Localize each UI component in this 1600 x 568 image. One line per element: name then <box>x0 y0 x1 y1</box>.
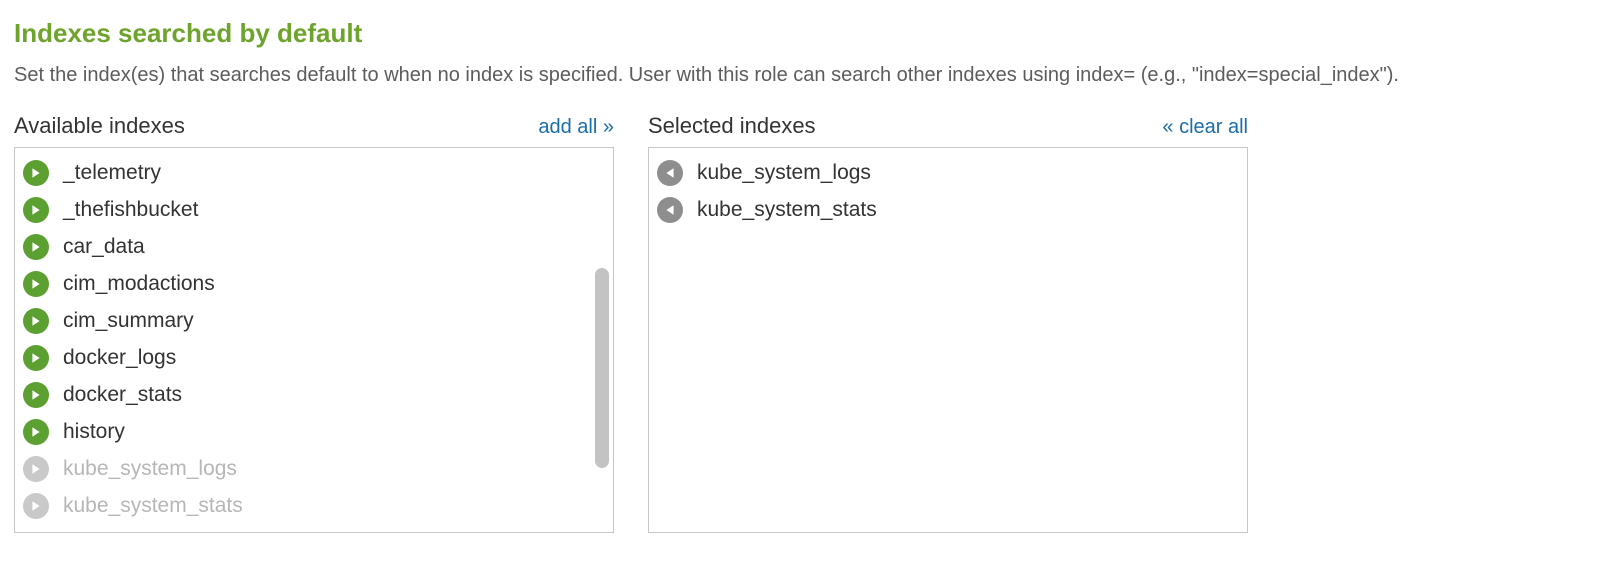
selected-column-header: Selected indexes « clear all <box>648 113 1248 139</box>
scrollbar-thumb[interactable] <box>595 268 609 468</box>
available-item-label: _thefishbucket <box>63 198 198 222</box>
dual-list-selector: Available indexes add all » _telemetry_t… <box>14 113 1586 533</box>
add-all-link[interactable]: add all » <box>538 116 614 139</box>
available-item[interactable]: car_data <box>23 228 613 265</box>
available-item-label: kube_system_logs <box>63 457 237 481</box>
available-column-header: Available indexes add all » <box>14 113 614 139</box>
available-item: kube_system_stats <box>23 487 613 524</box>
add-icon <box>23 197 49 223</box>
selected-column: Selected indexes « clear all kube_system… <box>648 113 1248 533</box>
add-icon <box>23 271 49 297</box>
available-item[interactable]: cim_summary <box>23 302 613 339</box>
available-item-label: _telemetry <box>63 161 161 185</box>
selected-item-label: kube_system_stats <box>697 198 877 222</box>
remove-icon <box>657 160 683 186</box>
available-item[interactable]: _telemetry <box>23 154 613 191</box>
section-description: Set the index(es) that searches default … <box>14 61 1586 89</box>
available-item-label: history <box>63 420 125 444</box>
add-icon-disabled <box>23 493 49 519</box>
add-icon-disabled <box>23 456 49 482</box>
available-item-label: cim_modactions <box>63 272 215 296</box>
selected-item[interactable]: kube_system_logs <box>657 154 1247 191</box>
add-icon <box>23 382 49 408</box>
available-item[interactable]: docker_logs <box>23 339 613 376</box>
add-icon <box>23 160 49 186</box>
available-item: kube_system_logs <box>23 450 613 487</box>
clear-all-link[interactable]: « clear all <box>1162 116 1248 139</box>
available-item[interactable]: history <box>23 413 613 450</box>
available-item[interactable]: cim_modactions <box>23 265 613 302</box>
selected-item-label: kube_system_logs <box>697 161 871 185</box>
available-column: Available indexes add all » _telemetry_t… <box>14 113 614 533</box>
add-icon <box>23 308 49 334</box>
available-item-label: car_data <box>63 235 145 259</box>
selected-title: Selected indexes <box>648 113 816 139</box>
available-item[interactable]: _thefishbucket <box>23 191 613 228</box>
available-item[interactable]: docker_stats <box>23 376 613 413</box>
selected-listbox[interactable]: kube_system_logs kube_system_stats <box>648 147 1248 533</box>
add-icon <box>23 345 49 371</box>
available-item-label: kube_system_stats <box>63 494 243 518</box>
remove-icon <box>657 197 683 223</box>
add-icon <box>23 234 49 260</box>
available-item-label: docker_logs <box>63 346 176 370</box>
available-item-label: docker_stats <box>63 383 182 407</box>
available-listbox[interactable]: _telemetry _thefishbucket car_data cim_moda… <box>14 147 614 533</box>
available-title: Available indexes <box>14 113 185 139</box>
available-item-label: cim_summary <box>63 309 194 333</box>
selected-item[interactable]: kube_system_stats <box>657 191 1247 228</box>
section-title: Indexes searched by default <box>14 18 1586 49</box>
add-icon <box>23 419 49 445</box>
